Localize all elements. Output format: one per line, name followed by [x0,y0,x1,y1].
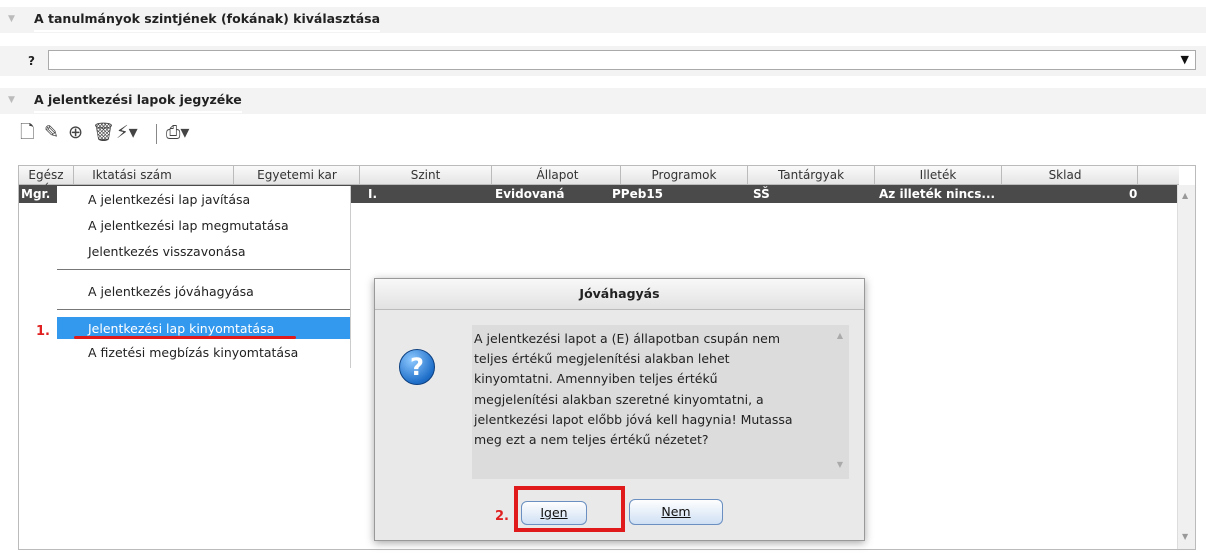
menu-divider [57,269,350,270]
dialog-message: A jelentkezési lapot a (E) állapotban cs… [474,331,793,448]
question-icon: ? [399,349,435,385]
col-header[interactable]: Állapot [495,168,620,182]
scroll-up-icon[interactable]: ▲ [1182,191,1188,200]
menu-item-edit[interactable]: A jelentkezési lap javítása [57,188,350,210]
printer-icon[interactable]: ⎙▾ [166,122,189,144]
menu-divider [57,309,350,310]
study-level-section-header[interactable]: ▼ A tanulmányok szintjének (fokának) kiv… [0,7,1206,33]
red-highlight-box [514,486,625,532]
trash-icon[interactable]: 🗑 [92,122,115,144]
menu-item-approve[interactable]: A jelentkezés jóváhagyása [57,280,350,302]
dialog-title: Jóváhagyás [375,279,864,310]
toolbar-divider [156,124,157,144]
menu-item-withdraw[interactable]: Jelentkezés visszavonása [57,240,350,262]
scroll-down-icon[interactable]: ▼ [1182,532,1188,541]
no-button[interactable]: Nem [629,499,723,525]
applications-section-header[interactable]: ▼ A jelentkezési lapok jegyzéke [0,88,1206,114]
zoom-in-icon[interactable]: ⊕ [68,122,83,144]
vertical-scrollbar[interactable]: ▲ ▼ [1177,185,1195,549]
col-header[interactable]: Sklad [1005,168,1125,182]
step-1-label: 1. [36,324,50,339]
scroll-up-icon[interactable]: ▲ [837,331,843,340]
section-title: A jelentkezési lapok jegyzéke [34,92,242,113]
pencil-edit-icon[interactable]: ✎ [44,122,59,144]
collapse-triangle-icon[interactable]: ▼ [8,95,15,105]
collapse-triangle-icon[interactable]: ▼ [8,14,15,24]
col-header[interactable]: Egyetemi kar [237,168,357,182]
red-underline-annotation [74,336,296,339]
section-title: A tanulmányok szintjének (fokának) kivál… [34,11,381,32]
menu-item-show[interactable]: A jelentkezési lap megmutatása [57,214,350,236]
col-header[interactable]: Iktatási szám [77,168,187,182]
study-level-select[interactable]: ▼ [48,50,1196,70]
step-2-label: 2. [495,509,509,524]
menu-item-print-payment[interactable]: A fizetési megbízás kinyomtatása [57,341,350,363]
context-menu: A jelentkezési lap javítása A jelentkezé… [57,186,351,368]
cell-level: I. [368,187,378,201]
col-header[interactable]: Programok [624,168,744,182]
cell-name: Mgr. [21,187,51,201]
scroll-down-icon[interactable]: ▼ [837,460,843,469]
col-header[interactable]: Tantárgyak [751,168,871,182]
cell-program: PPeb15 [612,187,664,201]
new-document-icon[interactable]: 🗋 [20,122,34,144]
cell-subject: SŠ [753,187,770,201]
dropdown-arrow-icon[interactable]: ▼ [1181,53,1189,66]
cell-sklad: 0 [1129,187,1138,201]
table-header: Egész név Iktatási szám Egyetemi kar Szi… [19,166,1179,196]
run-action-icon[interactable]: ⚡▾ [116,122,138,144]
col-header[interactable]: Szint [363,168,488,182]
message-box[interactable]: A jelentkezési lapot a (E) állapotban cs… [472,325,849,479]
cell-status: Evidovaná [495,187,565,201]
col-header[interactable]: Illeték [878,168,998,182]
study-level-row: ? ▼ [0,46,1206,76]
cell-fee: Az illeték nincs... [879,187,996,201]
help-marker[interactable]: ? [28,54,35,68]
